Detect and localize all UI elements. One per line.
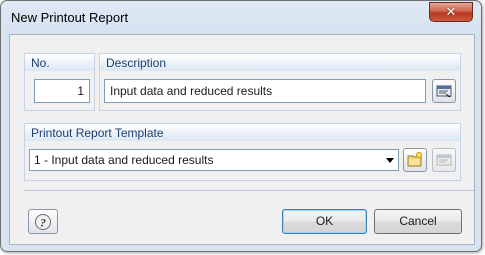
edit-template-button[interactable] <box>432 148 456 172</box>
description-group-body: Input data and reduced results <box>99 71 461 111</box>
new-template-icon <box>407 152 422 167</box>
description-label: Description <box>106 56 167 70</box>
template-selected-value: 1 - Input data and reduced results <box>34 153 214 167</box>
number-group-body: 1 <box>24 71 95 111</box>
select-description-button[interactable] <box>432 79 456 103</box>
description-group-header: Description <box>99 53 461 71</box>
template-group-header: Printout Report Template <box>24 123 461 141</box>
close-x-icon: ✕ <box>445 4 457 20</box>
template-select[interactable]: 1 - Input data and reduced results <box>29 149 399 171</box>
dialog-client-area: No. 1 Description Input data and reduced… <box>9 34 475 245</box>
footer-separator <box>24 190 474 191</box>
edit-template-icon <box>436 154 452 166</box>
help-icon: ? <box>35 213 51 230</box>
chevron-down-icon <box>386 158 394 163</box>
number-group-header: No. <box>24 53 95 71</box>
help-button[interactable]: ? <box>28 209 58 234</box>
select-from-list-icon <box>436 85 452 97</box>
number-label: No. <box>31 56 50 70</box>
close-button[interactable]: ✕ <box>429 2 473 22</box>
title-bar: New Printout Report ✕ <box>1 1 481 34</box>
new-template-button[interactable] <box>403 148 427 172</box>
svg-text:?: ? <box>40 215 46 229</box>
template-label: Printout Report Template <box>31 126 164 140</box>
template-group-body: 1 - Input data and reduced results <box>24 141 461 181</box>
ok-button[interactable]: OK <box>282 209 367 234</box>
description-input[interactable]: Input data and reduced results <box>104 79 426 103</box>
cancel-button[interactable]: Cancel <box>374 209 462 234</box>
dialog-title: New Printout Report <box>11 10 129 25</box>
dialog-window: New Printout Report ✕ No. 1 Description … <box>0 0 482 252</box>
number-input[interactable]: 1 <box>34 79 90 103</box>
